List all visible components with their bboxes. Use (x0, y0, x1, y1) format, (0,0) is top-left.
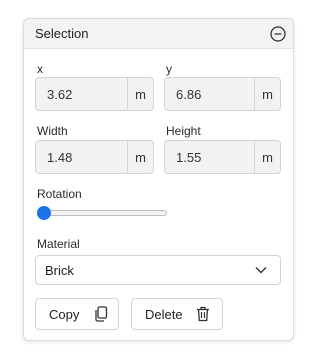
collapse-button[interactable] (269, 25, 287, 43)
material-selected-value: Brick (45, 262, 74, 278)
y-label: y (166, 62, 172, 76)
width-unit: m (127, 141, 153, 173)
width-label: Width (37, 124, 68, 138)
width-field[interactable]: m (35, 140, 154, 174)
rotation-slider[interactable] (37, 205, 167, 221)
trash-icon (196, 306, 209, 322)
delete-button-label: Delete (145, 306, 183, 322)
y-field[interactable]: m (164, 77, 281, 111)
height-unit: m (254, 141, 280, 173)
x-field[interactable]: m (35, 77, 154, 111)
rotation-slider-thumb[interactable] (37, 206, 51, 220)
height-field[interactable]: m (164, 140, 281, 174)
material-select[interactable]: Brick (35, 255, 281, 285)
y-unit: m (254, 78, 280, 110)
panel-title: Selection (35, 26, 89, 41)
height-input[interactable] (165, 141, 254, 173)
copy-button[interactable]: Copy (35, 298, 119, 330)
selection-panel: Selection x m y m Width m Height m Rotat… (23, 18, 294, 341)
x-label: x (37, 62, 43, 76)
x-unit: m (127, 78, 153, 110)
rotation-label: Rotation (37, 187, 82, 201)
x-input[interactable] (36, 78, 127, 110)
rotation-slider-track[interactable] (37, 210, 167, 216)
copy-button-label: Copy (49, 306, 80, 322)
chevron-down-icon (255, 267, 267, 274)
y-input[interactable] (165, 78, 254, 110)
minus-circle-icon (270, 26, 286, 42)
copy-icon (95, 306, 108, 322)
delete-button[interactable]: Delete (131, 298, 223, 330)
material-label: Material (37, 237, 80, 251)
width-input[interactable] (36, 141, 127, 173)
height-label: Height (166, 124, 201, 138)
panel-header: Selection (24, 19, 293, 49)
